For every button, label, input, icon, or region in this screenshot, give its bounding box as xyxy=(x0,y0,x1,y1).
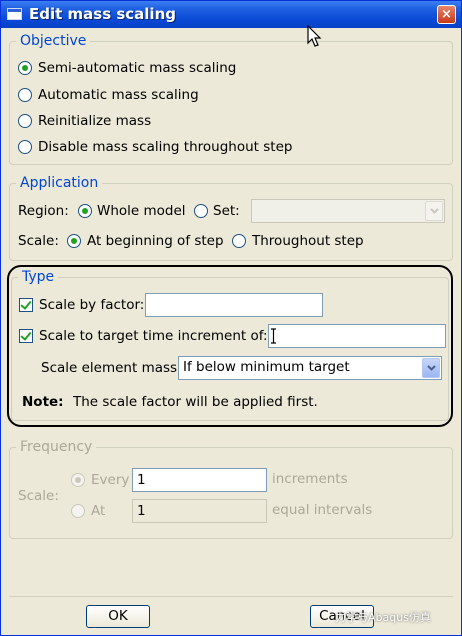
scale-factor-input[interactable] xyxy=(145,293,323,317)
application-legend: Application xyxy=(20,175,99,191)
title-bar[interactable]: Edit mass scaling × xyxy=(1,1,461,28)
disable-radio[interactable] xyxy=(18,140,32,154)
scale-element-mass-value: If below minimum target xyxy=(183,359,350,375)
window-icon xyxy=(7,8,22,20)
mouse-cursor-icon xyxy=(307,25,322,47)
every-label: Every xyxy=(91,472,130,488)
semi-automatic-radio[interactable] xyxy=(18,61,32,75)
increments-label: increments xyxy=(272,471,348,487)
type-legend: Type xyxy=(22,269,55,285)
frequency-scale-label: Scale: xyxy=(18,488,59,504)
chevron-down-icon xyxy=(430,208,439,214)
scale-to-target-label: Scale to target time increment of: xyxy=(39,328,268,344)
every-increments-input[interactable]: 1 xyxy=(132,468,267,492)
frequency-legend: Frequency xyxy=(20,439,93,455)
scale-by-factor-checkbox[interactable] xyxy=(19,298,33,312)
automatic-radio[interactable] xyxy=(18,88,32,102)
semi-automatic-label: Semi-automatic mass scaling xyxy=(38,60,237,76)
target-time-increment-input[interactable] xyxy=(268,324,446,348)
close-icon: × xyxy=(441,7,452,22)
set-label: Set: xyxy=(213,203,240,219)
scale-by-factor-label: Scale by factor: xyxy=(39,297,145,313)
whole-model-label: Whole model xyxy=(97,203,186,219)
at-intervals-input[interactable]: 1 xyxy=(132,499,267,523)
automatic-label: Automatic mass scaling xyxy=(38,87,199,103)
at-beginning-label: At beginning of step xyxy=(87,233,224,249)
text-cursor-icon xyxy=(271,328,276,344)
region-label: Region: xyxy=(18,203,69,219)
close-button[interactable]: × xyxy=(437,5,456,24)
chevron-down-icon xyxy=(427,365,436,371)
note-text: The scale factor will be applied first. xyxy=(73,394,318,410)
at-beginning-radio[interactable] xyxy=(67,234,81,248)
set-radio[interactable] xyxy=(194,204,208,218)
note-label: Note: xyxy=(22,394,64,410)
set-dropdown-button[interactable] xyxy=(425,201,443,221)
whole-model-radio[interactable] xyxy=(78,204,92,218)
throughout-step-label: Throughout step xyxy=(252,233,364,249)
edit-mass-scaling-dialog: Edit mass scaling × Objective Semi-autom… xyxy=(0,0,462,636)
disable-label: Disable mass scaling throughout step xyxy=(38,139,293,155)
scale-element-mass-dropdown-button[interactable] xyxy=(422,358,440,378)
at-label: At xyxy=(91,503,106,519)
at-radio[interactable] xyxy=(71,504,85,518)
watermark: 力学与Abaqus仿真 xyxy=(335,611,431,624)
window-title: Edit mass scaling xyxy=(29,5,176,23)
reinitialize-label: Reinitialize mass xyxy=(38,113,152,129)
application-scale-label: Scale: xyxy=(18,233,59,249)
scale-element-mass-label: Scale element mass: xyxy=(41,360,182,376)
equal-intervals-label: equal intervals xyxy=(272,502,373,518)
set-select[interactable] xyxy=(251,199,445,223)
button-bar-divider xyxy=(9,596,453,597)
throughout-step-radio[interactable] xyxy=(232,234,246,248)
ok-button[interactable]: OK xyxy=(86,605,150,628)
every-radio[interactable] xyxy=(71,473,85,487)
scale-element-mass-select[interactable]: If below minimum target xyxy=(178,356,442,380)
scale-to-target-checkbox[interactable] xyxy=(19,329,33,343)
objective-legend: Objective xyxy=(20,33,87,49)
reinitialize-radio[interactable] xyxy=(18,114,32,128)
